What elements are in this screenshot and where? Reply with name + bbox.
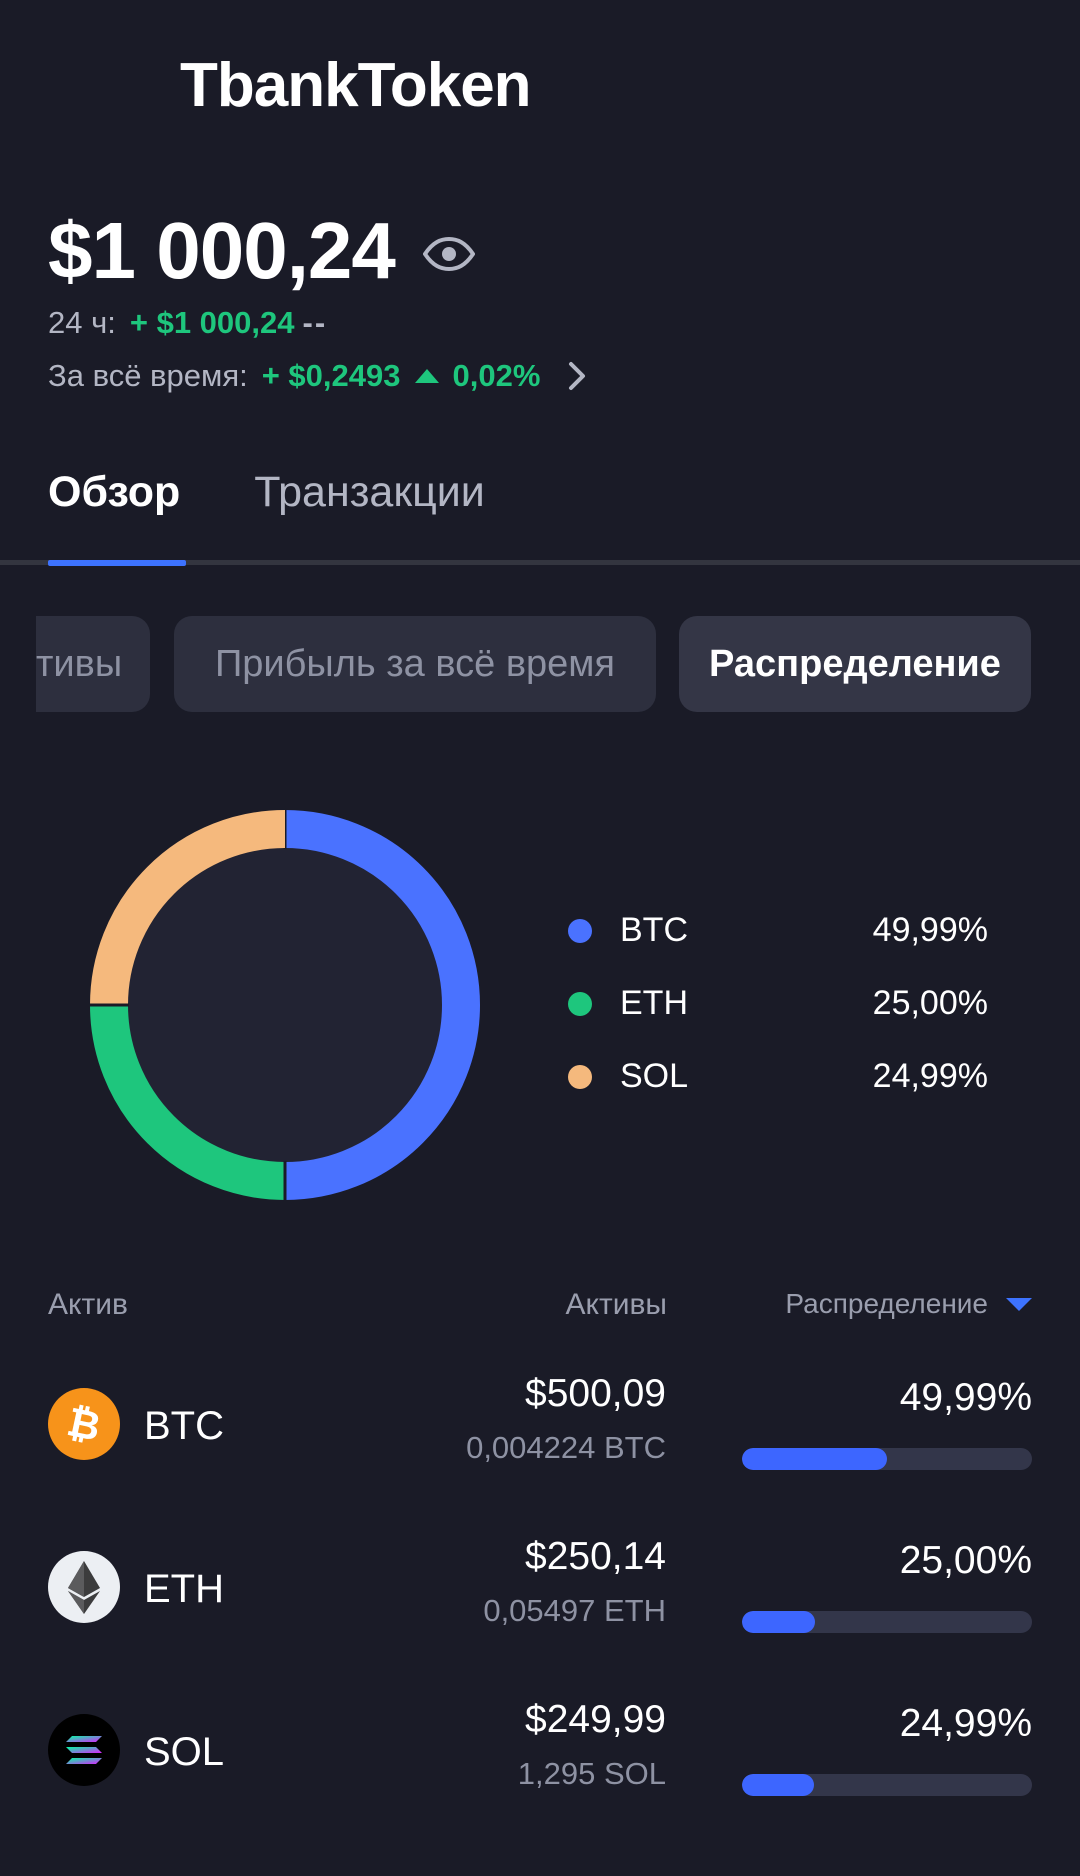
asset-share-pct: 25,00%	[899, 1539, 1032, 1582]
asset-list-header: Актив Активы Распределение	[48, 1288, 1032, 1328]
alltime-change-line[interactable]: За всё время: + $0,2493 0,02%	[48, 358, 588, 394]
asset-value-usd: $500,09	[525, 1372, 666, 1415]
legend-label: BTC	[620, 911, 688, 949]
asset-quantity: 1,295 SOL	[517, 1756, 666, 1791]
app-title: TbankToken	[180, 51, 532, 120]
legend-label: SOL	[620, 1057, 689, 1095]
asset-share-bar-fill	[742, 1611, 815, 1633]
asset-value-usd: $249,99	[525, 1698, 666, 1741]
tab-overview[interactable]: Обзор	[48, 468, 180, 517]
day-change-line: 24 ч: + $1 000,24 --	[48, 305, 327, 341]
sort-desc-icon	[1006, 1297, 1032, 1311]
chip-assets[interactable]: тивы	[36, 616, 150, 712]
asset-share-bar-fill	[742, 1448, 887, 1470]
day-change-label: 24 ч:	[48, 305, 116, 340]
solana-icon	[48, 1714, 120, 1786]
tab-active-indicator	[48, 560, 186, 566]
legend-dot-sol	[568, 1064, 592, 1089]
asset-symbol: ETH	[144, 1567, 224, 1611]
asset-row-btc[interactable]: ₿ BTC $500,09 0,004224 BTC 49,99%	[48, 1372, 1032, 1482]
filter-chips: тивы Прибыль за всё время Распределение	[0, 616, 1080, 712]
tab-transactions[interactable]: Транзакции	[254, 468, 485, 517]
chip-distribution[interactable]: Распределение	[679, 616, 1031, 712]
column-distribution-sort[interactable]: Распределение	[785, 1288, 1032, 1320]
legend-dot-btc	[568, 918, 592, 943]
legend-item-btc: BTC 49,99%	[568, 894, 988, 967]
alltime-change-value: + $0,2493	[261, 358, 401, 393]
ethereum-icon	[48, 1551, 120, 1623]
legend-value: 25,00%	[872, 984, 988, 1022]
svg-text:₿: ₿	[63, 1399, 104, 1451]
asset-symbol: SOL	[144, 1730, 225, 1774]
asset-value-usd: $250,14	[525, 1535, 666, 1578]
day-change-value: + $1 000,24	[129, 305, 295, 340]
chevron-right-icon[interactable]	[566, 359, 588, 393]
alltime-label: За всё время:	[48, 358, 248, 393]
asset-share-pct: 49,99%	[899, 1376, 1032, 1419]
asset-share-bar	[742, 1774, 1032, 1796]
asset-row-eth[interactable]: ETH $250,14 0,05497 ETH 25,00%	[48, 1535, 1032, 1645]
column-asset: Актив	[48, 1288, 128, 1321]
legend-item-eth: ETH 25,00%	[568, 967, 988, 1040]
allocation-donut-chart	[90, 810, 480, 1200]
asset-row-sol[interactable]: SOL $249,99 1,295 SOL 24,99%	[48, 1698, 1032, 1808]
asset-quantity: 0,004224 BTC	[466, 1430, 666, 1465]
total-balance: $1 000,24	[48, 206, 396, 295]
triangle-up-icon	[414, 369, 439, 383]
asset-share-bar	[742, 1611, 1032, 1633]
asset-share-bar	[742, 1448, 1032, 1470]
legend-label: ETH	[620, 984, 688, 1022]
asset-quantity: 0,05497 ETH	[483, 1593, 666, 1628]
chip-alltime-profit[interactable]: Прибыль за всё время	[174, 616, 656, 712]
legend-dot-eth	[568, 991, 592, 1016]
day-change-pct: --	[302, 305, 328, 340]
eye-icon[interactable]	[422, 236, 475, 272]
tab-bar: Обзор Транзакции	[48, 468, 559, 517]
asset-symbol: BTC	[144, 1404, 224, 1448]
legend-value: 49,99%	[872, 911, 988, 949]
column-distribution: Распределение	[785, 1288, 988, 1319]
bitcoin-icon: ₿	[48, 1388, 120, 1460]
allocation-legend: BTC 49,99% ETH 25,00% SOL 24,99%	[568, 894, 988, 1113]
balance-row: $1 000,24	[48, 205, 475, 297]
legend-item-sol: SOL 24,99%	[568, 1040, 988, 1113]
asset-share-pct: 24,99%	[899, 1702, 1032, 1745]
column-amount: Активы	[565, 1288, 667, 1321]
asset-share-bar-fill	[742, 1774, 815, 1796]
legend-value: 24,99%	[872, 1057, 988, 1095]
alltime-change-pct: 0,02%	[452, 358, 541, 393]
